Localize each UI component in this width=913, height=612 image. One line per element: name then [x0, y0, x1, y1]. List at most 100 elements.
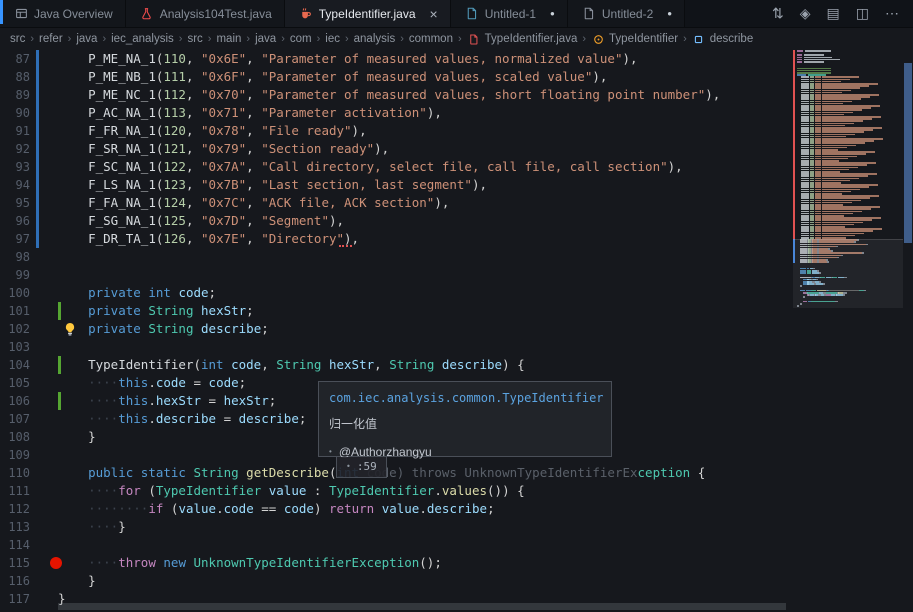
breadcrumb-item-typeidentifier-java[interactable]: TypeIdentifier.java: [467, 32, 577, 46]
git-modified-marker: [36, 176, 39, 194]
line-number[interactable]: 116: [0, 572, 30, 590]
breadcrumb-item-src[interactable]: src: [187, 33, 202, 45]
line-number[interactable]: 96: [0, 212, 30, 230]
breadcrumb-item-java[interactable]: java: [76, 33, 97, 45]
breadcrumb-label: analysis: [353, 33, 396, 45]
notebook-icon[interactable]: ▤: [827, 5, 840, 22]
line-number[interactable]: 114: [0, 536, 30, 554]
line-number[interactable]: 91: [0, 122, 30, 140]
code-line[interactable]: 115 ····throw new UnknownTypeIdentifierE…: [0, 554, 913, 572]
class-icon: [591, 32, 605, 46]
breadcrumb-item-typeidentifier[interactable]: TypeIdentifier: [591, 32, 678, 46]
tab-typeidentifier-java[interactable]: TypeIdentifier.java ×: [284, 0, 451, 27]
split-editor-icon[interactable]: ◫: [856, 5, 869, 22]
line-number[interactable]: 92: [0, 140, 30, 158]
code-line[interactable]: 116 }: [0, 572, 913, 590]
breadcrumb-label: main: [216, 33, 242, 45]
breadcrumb-item-iec[interactable]: iec: [325, 33, 340, 45]
code-line[interactable]: 95 F_FA_NA_1(124, "0x7C", "ACK file, ACK…: [0, 194, 913, 212]
tab-java-overview[interactable]: Java Overview: [0, 0, 126, 27]
line-number[interactable]: 106: [0, 392, 30, 410]
line-number[interactable]: 109: [0, 446, 30, 464]
tab-untitled-1[interactable]: Untitled-1 ●: [450, 0, 568, 27]
code-line[interactable]: 94 F_LS_NA_1(123, "0x7B", "Last section,…: [0, 176, 913, 194]
breadcrumb-item-src[interactable]: src: [10, 33, 25, 45]
line-number[interactable]: 115: [0, 554, 30, 572]
code-text: private String hexStr;: [88, 303, 254, 318]
breadcrumb-item-java[interactable]: java: [255, 33, 276, 45]
line-number[interactable]: 112: [0, 500, 30, 518]
code-line[interactable]: 99: [0, 266, 913, 284]
code-line[interactable]: 103: [0, 338, 913, 356]
run-icon[interactable]: ◈: [800, 5, 811, 22]
minimap-viewport[interactable]: [793, 239, 903, 308]
breadcrumb-separator-icon: ›: [102, 33, 107, 45]
line-number[interactable]: 100: [0, 284, 30, 302]
breadcrumb-item-common[interactable]: common: [409, 33, 453, 45]
code-line[interactable]: 89 P_ME_NC_1(112, "0x70", "Parameter of …: [0, 86, 913, 104]
breadcrumb-item-com[interactable]: com: [290, 33, 312, 45]
code-line[interactable]: 93 F_SC_NA_1(122, "0x7A", "Call director…: [0, 158, 913, 176]
line-number[interactable]: 107: [0, 410, 30, 428]
code-line[interactable]: 90 P_AC_NA_1(113, "0x71", "Parameter act…: [0, 104, 913, 122]
line-number[interactable]: 97: [0, 230, 30, 248]
code-line[interactable]: 100 private int code;: [0, 284, 913, 302]
line-number[interactable]: 101: [0, 302, 30, 320]
modified-dot-icon[interactable]: ●: [667, 9, 672, 18]
line-number[interactable]: 89: [0, 86, 30, 104]
git-modified-marker: [36, 140, 39, 158]
line-number[interactable]: 105: [0, 374, 30, 392]
line-number[interactable]: 113: [0, 518, 30, 536]
line-number[interactable]: 95: [0, 194, 30, 212]
line-number[interactable]: 99: [0, 266, 30, 284]
line-number[interactable]: 110: [0, 464, 30, 482]
line-number[interactable]: 90: [0, 104, 30, 122]
code-line[interactable]: 88 P_ME_NB_1(111, "0x6F", "Parameter of …: [0, 68, 913, 86]
line-number[interactable]: 111: [0, 482, 30, 500]
vertical-scrollbar-thumb[interactable]: [904, 63, 912, 243]
git-modified-marker: [36, 122, 39, 140]
tab-untitled-2[interactable]: Untitled-2 ●: [567, 0, 686, 27]
code-text: }: [88, 573, 96, 588]
more-actions-icon[interactable]: ⋯: [885, 5, 899, 22]
line-number[interactable]: 103: [0, 338, 30, 356]
code-line[interactable]: 111 ····for (TypeIdentifier value : Type…: [0, 482, 913, 500]
line-number[interactable]: 98: [0, 248, 30, 266]
code-line[interactable]: 101 private String hexStr;: [0, 302, 913, 320]
code-line[interactable]: 97 F_DR_TA_1(126, "0x7E", "Directory"),: [0, 230, 913, 248]
line-number[interactable]: 108: [0, 428, 30, 446]
horizontal-scrollbar[interactable]: [0, 603, 913, 611]
line-number[interactable]: 93: [0, 158, 30, 176]
breadcrumb-item-iec-analysis[interactable]: iec_analysis: [111, 33, 174, 45]
line-number[interactable]: 94: [0, 176, 30, 194]
code-line[interactable]: 98: [0, 248, 913, 266]
code-line[interactable]: 114: [0, 536, 913, 554]
breadcrumb-item-refer[interactable]: refer: [39, 33, 63, 45]
code-line[interactable]: 91 F_FR_NA_1(120, "0x78", "File ready"),: [0, 122, 913, 140]
editor[interactable]: 87 P_ME_NA_1(110, "0x6E", "Parameter of …: [0, 50, 913, 611]
close-tab-icon[interactable]: ×: [430, 7, 438, 21]
code-line[interactable]: 92 F_SR_NA_1(121, "0x79", "Section ready…: [0, 140, 913, 158]
line-number[interactable]: 88: [0, 68, 30, 86]
code-line[interactable]: 112 ········if (value.code == code) retu…: [0, 500, 913, 518]
modified-dot-icon[interactable]: ●: [550, 9, 555, 18]
minimap[interactable]: [793, 50, 903, 611]
code-line[interactable]: 104 TypeIdentifier(int code, String hexS…: [0, 356, 913, 374]
line-number[interactable]: 87: [0, 50, 30, 68]
code-line[interactable]: 113 ····}: [0, 518, 913, 536]
code-line[interactable]: 96 F_SG_NA_1(125, "0x7D", "Segment"),: [0, 212, 913, 230]
breadcrumb-item-main[interactable]: main: [216, 33, 241, 45]
vertical-scrollbar[interactable]: [903, 50, 913, 611]
line-number[interactable]: 104: [0, 356, 30, 374]
line-number[interactable]: 102: [0, 320, 30, 338]
code-line[interactable]: 87 P_ME_NA_1(110, "0x6E", "Parameter of …: [0, 50, 913, 68]
breadcrumb-item-describe[interactable]: describe: [692, 32, 753, 46]
code-line[interactable]: 102 private String describe;: [0, 320, 913, 338]
breadcrumb-item-analysis[interactable]: analysis: [354, 33, 396, 45]
toggle-changes-icon[interactable]: ⇅: [772, 5, 784, 22]
horizontal-scrollbar-thumb[interactable]: [58, 603, 786, 610]
tab-analysis104test-java[interactable]: Analysis104Test.java: [125, 0, 285, 27]
code-line[interactable]: 110 public static String getDescribe(int…: [0, 464, 913, 482]
git-modified-marker: [36, 86, 39, 104]
field-icon: [692, 32, 706, 46]
